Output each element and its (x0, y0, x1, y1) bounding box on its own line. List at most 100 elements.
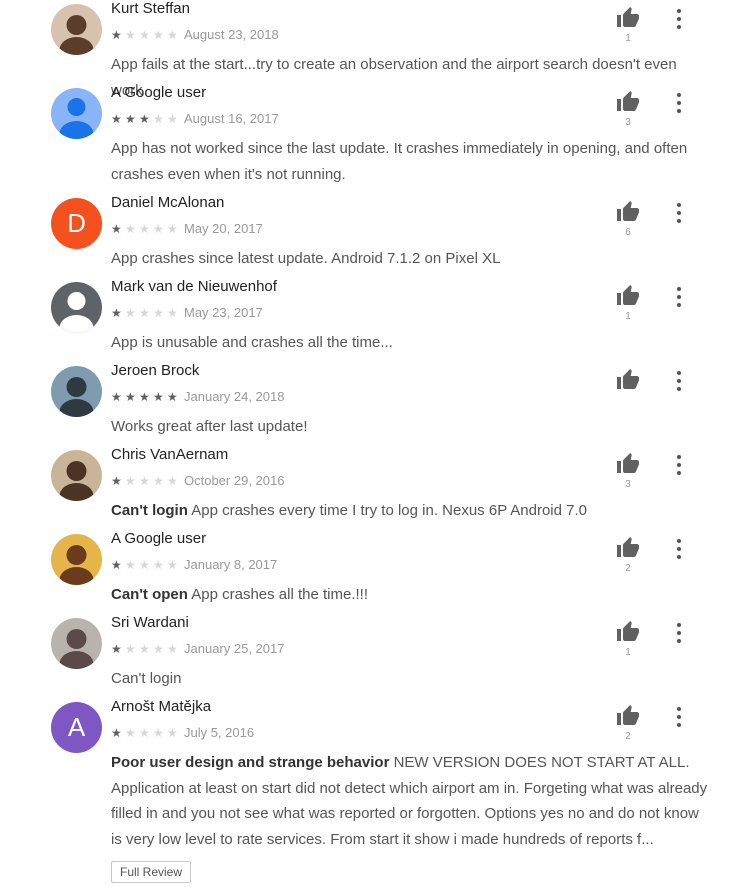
avatar (51, 450, 102, 501)
menu-dot (677, 9, 681, 13)
like-count: 3 (625, 479, 631, 490)
more-options-icon[interactable] (674, 9, 684, 29)
star-rating: ★ ★ ★ ★ ★ July 5, 2016 (111, 725, 254, 740)
menu-dot (677, 723, 681, 727)
thumbs-up-icon[interactable] (615, 200, 641, 224)
star-icon: ★ (125, 725, 136, 740)
menu-dot (677, 25, 681, 29)
review-text: App crashes since latest update. Android… (111, 246, 711, 272)
star-rating: ★ ★ ★ ★ ★ January 8, 2017 (111, 557, 277, 572)
menu-dot (677, 371, 681, 375)
more-options-icon[interactable] (674, 203, 684, 223)
star-icon: ★ (139, 473, 150, 488)
menu-dot (677, 379, 681, 383)
review-body: App is unusable and crashes all the time… (111, 334, 393, 351)
menu-dot (677, 631, 681, 635)
star-rating: ★ ★ ★ ★ ★ January 25, 2017 (111, 641, 284, 656)
more-options-icon[interactable] (674, 287, 684, 307)
person-icon (59, 98, 94, 139)
avatar (51, 282, 102, 333)
review-date: May 20, 2017 (184, 221, 263, 236)
review-body: App crashes all the time.!!! (191, 586, 368, 603)
star-icon: ★ (153, 641, 164, 656)
menu-dot (677, 707, 681, 711)
menu-dot (677, 219, 681, 223)
thumbs-up-icon[interactable] (615, 284, 641, 308)
menu-dot (677, 539, 681, 543)
thumbs-up-icon[interactable] (615, 704, 641, 728)
like-count: 1 (625, 647, 631, 658)
full-review-button[interactable]: Full Review (111, 861, 192, 883)
thumbs-up-icon[interactable] (615, 536, 641, 560)
star-icon: ★ (139, 389, 150, 404)
more-options-icon[interactable] (674, 371, 684, 391)
menu-dot (677, 623, 681, 627)
star-icon: ★ (111, 111, 122, 126)
menu-dot (677, 463, 681, 467)
menu-dot (677, 555, 681, 559)
more-options-icon[interactable] (674, 707, 684, 727)
review-item: D Daniel McAlonan ★ ★ ★ ★ ★ May 20, 2017 App cra… (0, 194, 755, 282)
reviewer-name: A Google user (111, 84, 207, 101)
avatar (51, 618, 102, 669)
star-icon: ★ (139, 641, 150, 656)
star-icon: ★ (111, 305, 122, 320)
like-count: 6 (625, 227, 631, 238)
avatar-letter: A (67, 712, 86, 742)
review-item: Chris VanAernam ★ ★ ★ ★ ★ October 29, 2016 Can'… (0, 446, 755, 534)
review-text: App is unusable and crashes all the time… (111, 330, 711, 356)
more-options-icon[interactable] (674, 539, 684, 559)
menu-dot (677, 471, 681, 475)
review-body: Works great after last update! (111, 418, 308, 435)
profile-photo (59, 461, 94, 501)
avatar (51, 4, 102, 55)
more-options-icon[interactable] (674, 93, 684, 113)
avatar (51, 88, 102, 139)
reviewer-name: Arnošt Matějka (111, 698, 212, 715)
person-icon (59, 292, 94, 333)
menu-dot (677, 93, 681, 97)
star-icon: ★ (167, 725, 178, 740)
star-icon: ★ (153, 473, 164, 488)
more-options-icon[interactable] (674, 455, 684, 475)
star-rating: ★ ★ ★ ★ ★ May 20, 2017 (111, 221, 263, 236)
star-rating: ★ ★ ★ ★ ★ October 29, 2016 (111, 473, 284, 488)
star-icon: ★ (139, 305, 150, 320)
review-body: App crashes since latest update. Android… (111, 250, 501, 267)
star-icon: ★ (125, 27, 136, 42)
review-date: October 29, 2016 (184, 473, 285, 488)
avatar-letter: D (67, 208, 86, 238)
star-icon: ★ (167, 473, 178, 488)
thumbs-up-icon[interactable] (615, 620, 641, 644)
avatar: A (51, 702, 102, 753)
review-date: August 23, 2018 (184, 27, 279, 42)
thumbs-up-icon[interactable] (615, 90, 641, 114)
review-date: July 5, 2016 (184, 725, 255, 740)
star-icon: ★ (153, 305, 164, 320)
reviewer-name: Daniel McAlonan (111, 194, 225, 211)
menu-dot (677, 101, 681, 105)
review-date: August 16, 2017 (184, 111, 279, 126)
review-body: App crashes every time I try to log in. … (191, 502, 587, 519)
menu-dot (677, 303, 681, 307)
profile-photo (59, 15, 94, 55)
thumbs-up-icon[interactable] (615, 6, 641, 30)
menu-dot (677, 211, 681, 215)
star-icon: ★ (111, 725, 122, 740)
star-icon: ★ (111, 221, 122, 236)
profile-photo (59, 377, 94, 417)
star-icon: ★ (125, 221, 136, 236)
menu-dot (677, 295, 681, 299)
star-icon: ★ (153, 221, 164, 236)
like-count: 1 (625, 311, 631, 322)
thumbs-up-icon[interactable] (615, 452, 641, 476)
star-icon: ★ (153, 725, 164, 740)
more-options-icon[interactable] (674, 623, 684, 643)
star-icon: ★ (111, 27, 122, 42)
like-count: 2 (625, 563, 631, 574)
review-body: App has not worked since the last update… (111, 140, 688, 183)
thumbs-up-icon[interactable] (615, 368, 641, 392)
star-icon: ★ (167, 221, 178, 236)
star-icon: ★ (167, 27, 178, 42)
menu-dot (677, 203, 681, 207)
